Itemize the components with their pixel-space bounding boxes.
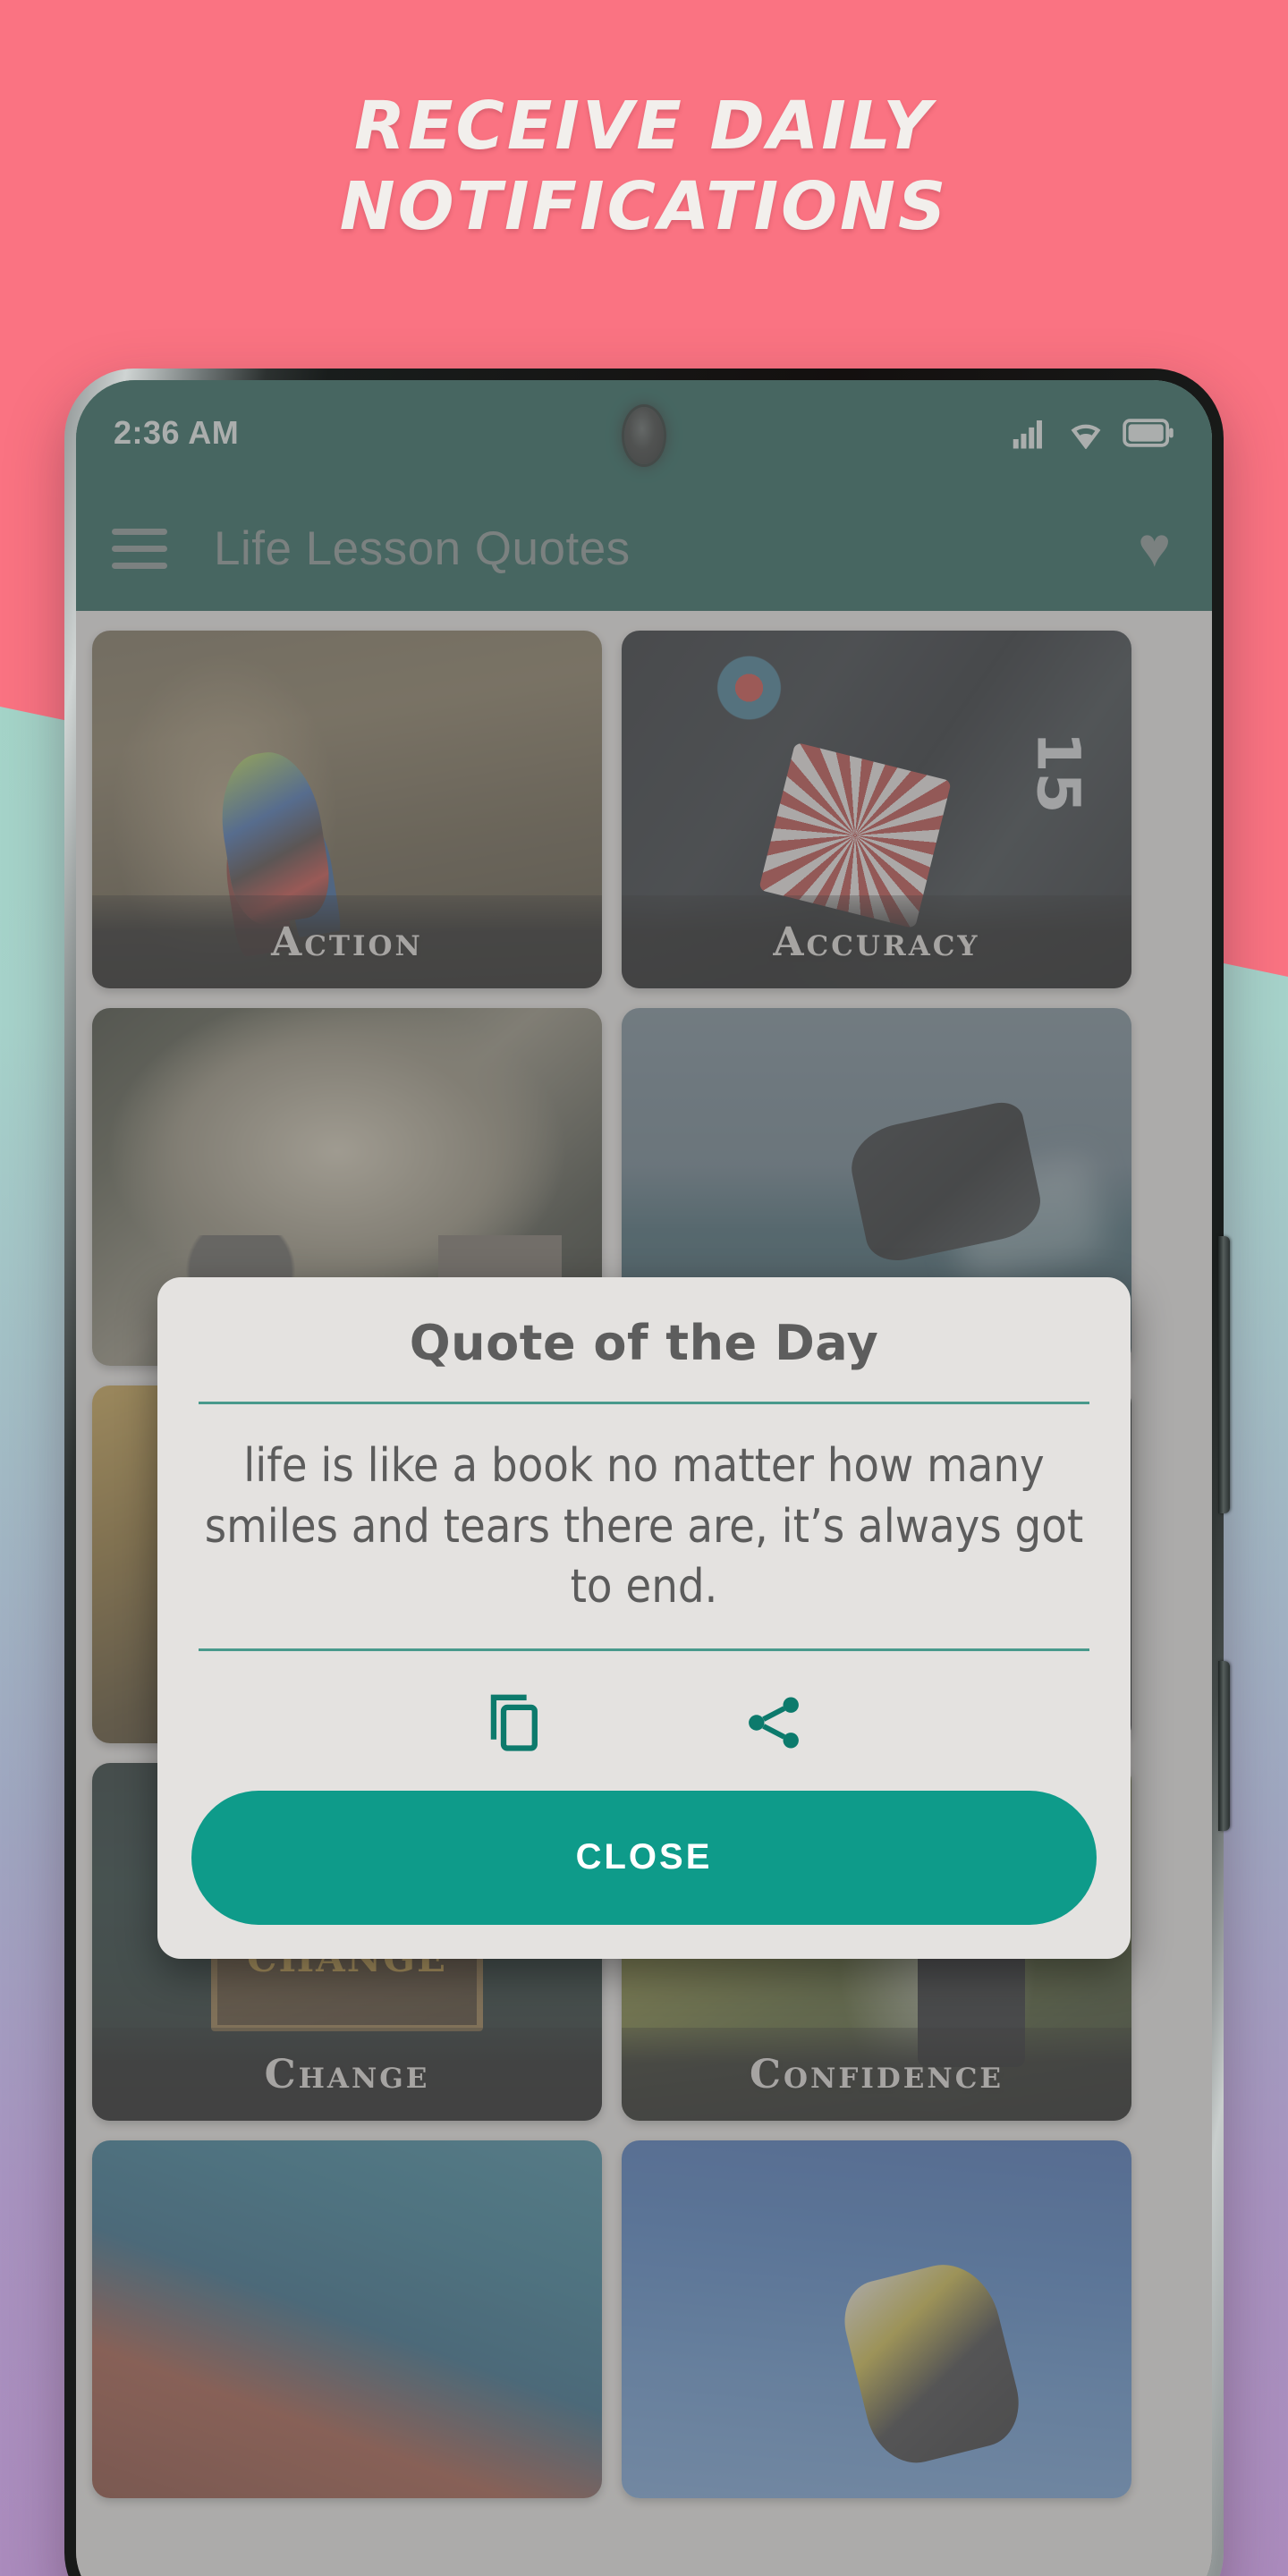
dialog-action-icons bbox=[191, 1690, 1097, 1755]
app-screen: 2:36 AM bbox=[76, 380, 1212, 2576]
close-button[interactable]: CLOSE bbox=[191, 1790, 1097, 1925]
headline-line-2: NOTIFICATIONS bbox=[339, 168, 949, 246]
dialog-divider-top bbox=[199, 1402, 1089, 1404]
share-icon[interactable] bbox=[741, 1690, 806, 1755]
power-button[interactable] bbox=[1218, 1661, 1230, 1831]
quote-of-the-day-dialog: Quote of the Day life is like a book no … bbox=[157, 1277, 1131, 1959]
quote-text: life is like a book no matter how many s… bbox=[204, 1439, 1084, 1614]
headline-line-1: RECEIVE DAILY bbox=[354, 88, 934, 165]
phone-screen: 2:36 AM bbox=[76, 380, 1212, 2576]
volume-rocker-button[interactable] bbox=[1218, 1236, 1230, 1513]
promo-headline: RECEIVE DAILY NOTIFICATIONS bbox=[0, 86, 1288, 248]
dialog-divider-bottom bbox=[199, 1648, 1089, 1651]
dialog-title: Quote of the Day bbox=[409, 1315, 879, 1371]
copy-icon[interactable] bbox=[482, 1690, 547, 1755]
phone-device-frame: 2:36 AM bbox=[64, 369, 1230, 2576]
